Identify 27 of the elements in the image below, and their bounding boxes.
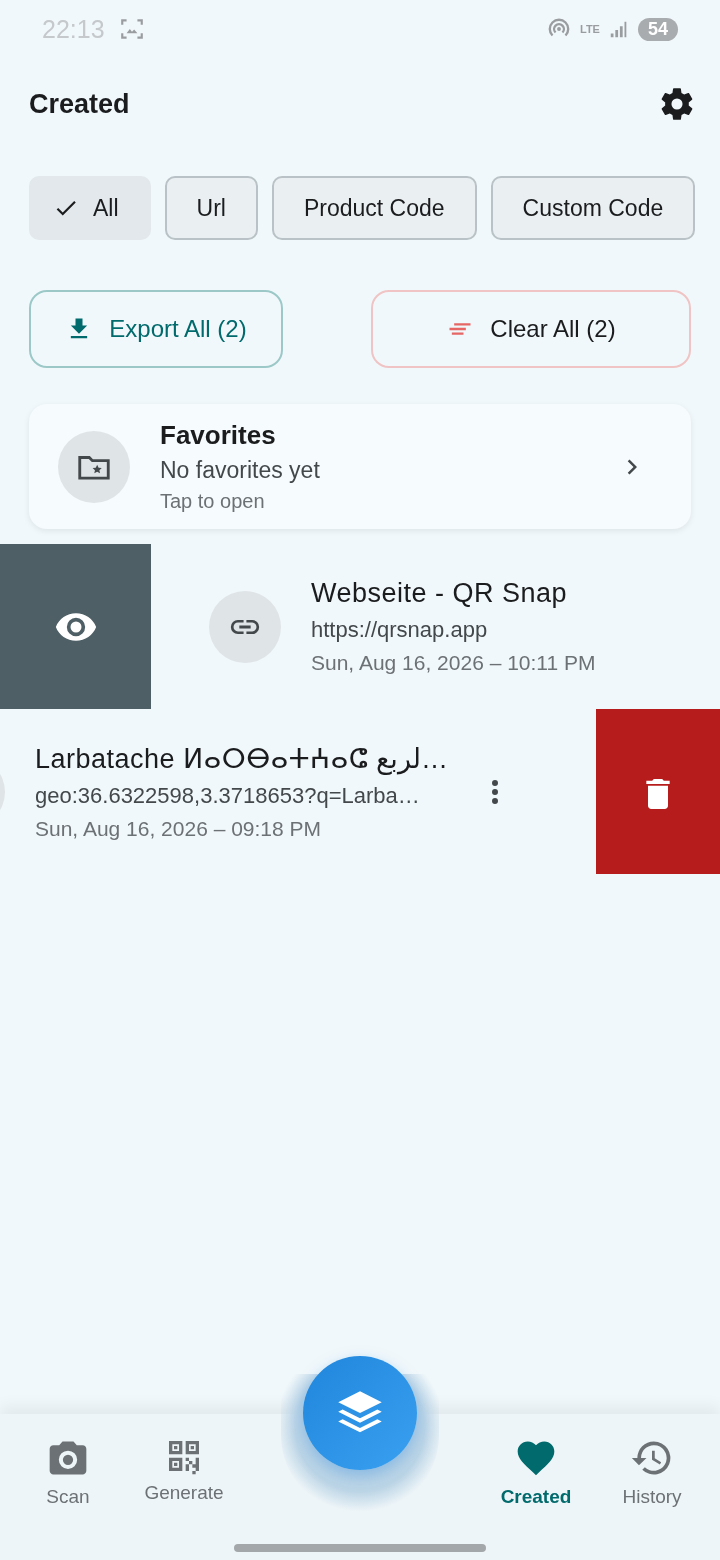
item-date: Sun, Aug 16, 2026 – 10:11 PM — [311, 651, 597, 675]
card-subtitle: No favorites yet — [160, 457, 321, 484]
nav-tab[interactable]: Generate — [126, 1414, 242, 1560]
screenshot-icon — [118, 16, 145, 42]
item-title: Webseite - QR Snap — [311, 578, 569, 609]
item-content: https://qrsnap.app — [311, 617, 489, 643]
filter-chip[interactable]: Product Code — [271, 176, 477, 240]
view-action[interactable] — [0, 544, 151, 709]
filter-chip[interactable]: Url — [164, 176, 258, 240]
favorites-card[interactable]: Favorites No favorites yet Tap to open — [29, 404, 691, 529]
clear-button[interactable]: Clear All (2) — [371, 290, 691, 368]
card-title: Favorites — [160, 420, 277, 451]
item-content: geo:36.6322598,3.3718653?q=Larba… — [35, 782, 421, 809]
filter-chip[interactable]: All — [29, 176, 151, 240]
item-date: Sun, Aug 16, 2026 – 09:18 PM — [35, 816, 323, 841]
filter-chip[interactable]: Custom Code — [490, 176, 696, 240]
network-label: LTE — [580, 23, 600, 35]
nav-tab[interactable]: Created — [478, 1414, 594, 1560]
item-title: Larbatache ⵍⴰⵔⴱⴰⵜⵄⴰⵛ لربع… — [35, 742, 447, 775]
page-title: Created — [29, 88, 130, 120]
delete-action[interactable] — [596, 709, 720, 874]
export-button[interactable]: Export All (2) — [29, 290, 283, 368]
card-hint: Tap to open — [160, 490, 266, 513]
nav-tab[interactable]: History — [594, 1414, 710, 1560]
fab-button[interactable] — [303, 1356, 417, 1470]
battery-level: 54 — [637, 17, 678, 41]
nav-tab[interactable]: Scan — [10, 1414, 126, 1560]
